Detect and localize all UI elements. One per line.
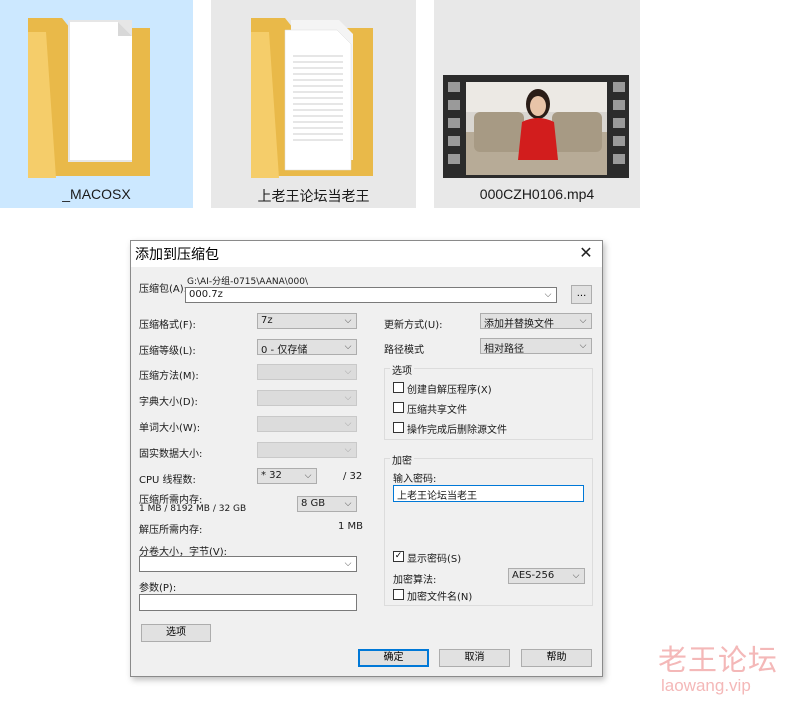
update-value: 添加并替换文件 [484,319,554,330]
folder-icon [0,0,193,178]
options-group: 选项 创建自解压程序(X) 压缩共享文件 操作完成后删除源文件 [384,362,593,440]
checkbox-box [393,382,404,393]
shared-label: 压缩共享文件 [407,405,467,416]
file-tile-macosx[interactable]: _MACOSX [0,0,193,208]
update-combo[interactable]: 添加并替换文件 ⌵ [480,313,592,330]
mem-comp-combo[interactable]: 8 GB ⌵ [297,496,357,512]
cpu-value: * 32 [261,470,282,481]
solid-combo[interactable]: ⌵ [257,442,357,458]
file-name: _MACOSX [62,186,131,202]
delete-label: 操作完成后删除源文件 [407,425,507,436]
checkbox-box [393,402,404,413]
browse-button[interactable]: ... [571,285,592,304]
help-button[interactable]: 帮助 [521,649,592,667]
word-combo[interactable]: ⌵ [257,416,357,432]
volume-combo[interactable]: ⌵ [139,556,357,572]
file-tile-folder[interactable]: 上老王论坛当老王 [211,0,416,208]
level-value: 0 - 仅存储 [261,345,308,356]
add-to-archive-dialog: 添加到压缩包 ✕ 压缩包(A): G:\AI-分组-0715\AANA\000\… [130,240,603,677]
format-combo[interactable]: 7z ⌵ [257,313,357,329]
params-label: 参数(P): [139,583,177,594]
encryption-group-title: 加密 [390,452,414,467]
level-combo[interactable]: 0 - 仅存储 ⌵ [257,339,357,356]
params-input[interactable] [139,594,357,611]
chevron-down-icon: ⌵ [344,342,352,352]
folder-icon [211,0,416,178]
path-mode-label: 路径模式 [384,345,424,356]
checkbox-box [393,589,404,600]
chevron-down-icon: ⌵ [344,499,352,509]
format-value: 7z [261,315,273,326]
watermark-url: laowang.vip [661,676,751,695]
options-group-title: 选项 [390,362,414,377]
mem-comp-value: 8 GB [301,498,326,509]
chevron-down-icon: ⌵ [344,445,352,455]
chevron-down-icon: ⌵ [572,571,580,581]
show-password-label: 显示密码(S) [407,554,462,565]
chevron-down-icon: ⌵ [344,559,352,569]
check-icon: ✓ [393,551,404,562]
level-label: 压缩等级(L): [139,346,196,357]
encryption-method-value: AES-256 [512,570,555,581]
method-combo[interactable]: ⌵ [257,364,357,380]
archive-label: 压缩包(A): [139,284,188,295]
password-value: 上老王论坛当老王 [397,491,477,502]
encrypt-names-label: 加密文件名(N) [407,592,473,603]
chevron-down-icon: ⌵ [344,419,352,429]
archive-name-combo[interactable]: 000.7z ⌵ [185,287,557,303]
path-mode-combo[interactable]: 相对路径 ⌵ [480,338,592,355]
mem-decomp-label: 解压所需内存: [139,525,203,536]
chevron-down-icon: ⌵ [304,471,312,481]
archive-path: G:\AI-分组-0715\AANA\000\ [187,277,308,287]
cpu-label: CPU 线程数: [139,475,196,486]
ok-button[interactable]: 确定 [358,649,429,667]
watermark-text: 老王论坛 [658,643,779,677]
update-label: 更新方式(U): [384,320,443,331]
encryption-method-combo[interactable]: AES-256 ⌵ [508,568,585,584]
encryption-group: 加密 输入密码: 上老王论坛当老王 ✓ 显示密码(S) 加密算法: AES-25… [384,452,593,606]
dict-label: 字典大小(D): [139,397,198,408]
password-label: 输入密码: [393,474,437,485]
dialog-titlebar: 添加到压缩包 ✕ [131,241,602,267]
encryption-method-label: 加密算法: [393,575,437,586]
chevron-down-icon: ⌵ [544,290,552,300]
password-input[interactable]: 上老王论坛当老王 [393,485,584,502]
chevron-down-icon: ⌵ [344,316,352,326]
chevron-down-icon: ⌵ [344,393,352,403]
mem-comp-detail: 1 MB / 8192 MB / 32 GB [139,504,247,514]
cpu-combo[interactable]: * 32 ⌵ [257,468,317,484]
archive-name-value: 000.7z [189,289,223,300]
file-tile-video[interactable]: 000CZH0106.mp4 [434,0,640,208]
chevron-down-icon: ⌵ [579,316,587,326]
mem-decomp-value: 1 MB [338,521,364,532]
chevron-down-icon: ⌵ [344,367,352,377]
solid-label: 固实数据大小: [139,449,203,460]
format-label: 压缩格式(F): [139,320,196,331]
dict-combo[interactable]: ⌵ [257,390,357,406]
options-button[interactable]: 选项 [141,624,211,642]
file-name: 000CZH0106.mp4 [479,186,595,202]
close-icon[interactable]: ✕ [576,243,596,263]
chevron-down-icon: ⌵ [579,341,587,351]
sfx-label: 创建自解压程序(X) [407,385,492,396]
video-file-icon [434,0,640,179]
path-mode-value: 相对路径 [484,344,524,355]
cancel-button[interactable]: 取消 [439,649,510,667]
cpu-total: / 32 [343,471,363,482]
file-name: 上老王论坛当老王 [257,188,370,204]
checkbox-box [393,422,404,433]
dialog-title: 添加到压缩包 [135,247,219,263]
word-label: 单词大小(W): [139,423,201,434]
method-label: 压缩方法(M): [139,371,199,382]
